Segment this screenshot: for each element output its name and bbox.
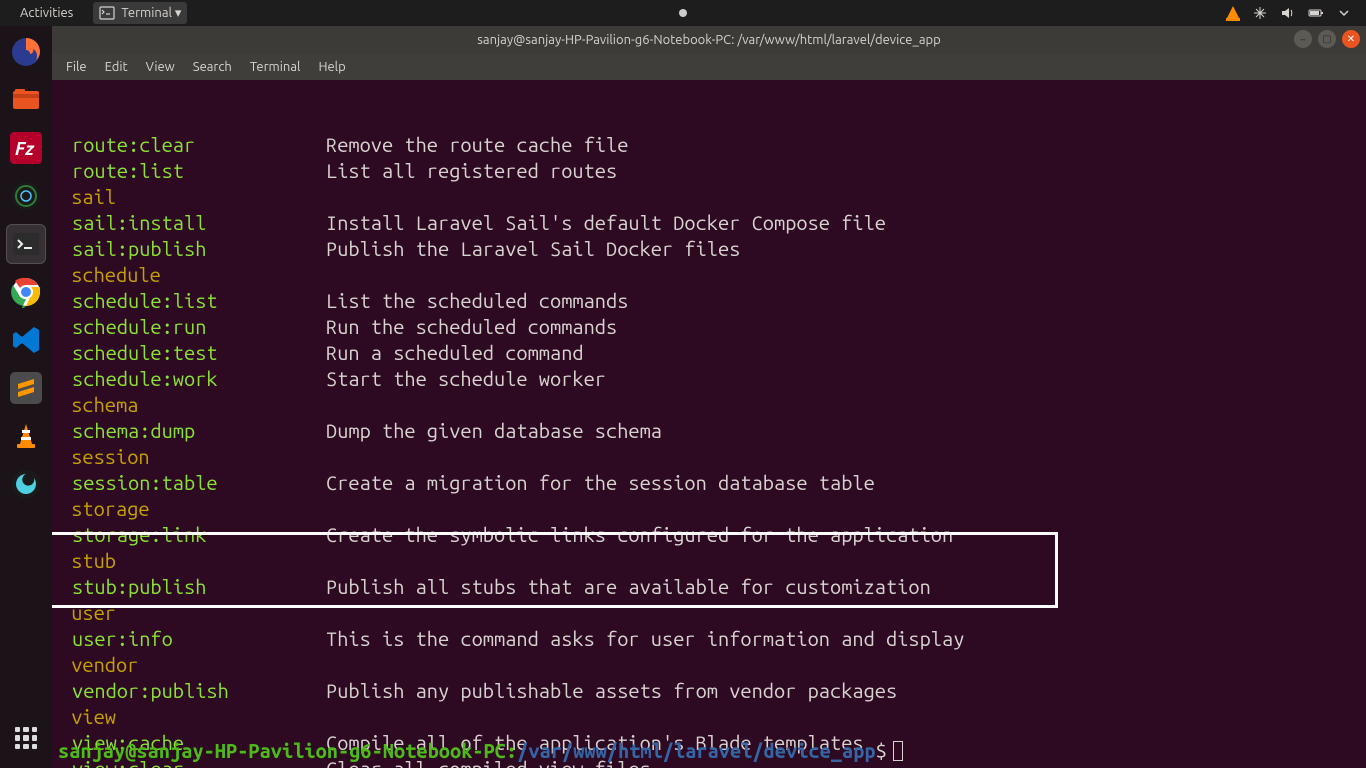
command-name: user:info (58, 626, 326, 652)
terminal-window: sanjay@sanjay-HP-Pavilion-g6-Notebook-PC… (52, 26, 1366, 768)
artisan-group: schema (58, 392, 1360, 418)
artisan-group: schedule (58, 262, 1360, 288)
window-close-button[interactable]: ✕ (1342, 30, 1360, 48)
dock-app-terminal[interactable] (6, 224, 46, 264)
artisan-command-line: schedule:testRun a scheduled command (58, 340, 1360, 366)
command-description: Create a migration for the session datab… (326, 470, 875, 496)
command-name: schema:dump (58, 418, 326, 444)
window-maximize-button[interactable]: ▢ (1318, 30, 1336, 48)
terminal-menubar: File Edit View Search Terminal Help (52, 54, 1366, 80)
artisan-group: view (58, 704, 1360, 730)
terminal-prompt: sanjay@sanjay-HP-Pavilion-g6-Notebook-PC… (58, 738, 903, 764)
command-name: schedule:test (58, 340, 326, 366)
command-description: Start the schedule worker (326, 366, 606, 392)
prompt-colon: : (506, 739, 517, 762)
artisan-command-line: schema:dumpDump the given database schem… (58, 418, 1360, 444)
artisan-command-line: sail:installInstall Laravel Sail's defau… (58, 210, 1360, 236)
command-description: List the scheduled commands (326, 288, 628, 314)
ubuntu-dock: Fz (0, 26, 52, 768)
group-name: sail (58, 184, 326, 210)
command-description: Run the scheduled commands (326, 314, 617, 340)
command-description: Install Laravel Sail's default Docker Co… (326, 210, 886, 236)
artisan-command-line: session:tableCreate a migration for the … (58, 470, 1360, 496)
command-name: schedule:work (58, 366, 326, 392)
command-name: route:clear (58, 132, 326, 158)
dock-app-vlc[interactable] (6, 416, 46, 456)
artisan-command-line: schedule:listList the scheduled commands (58, 288, 1360, 314)
command-description: Run a scheduled command (326, 340, 584, 366)
menu-help[interactable]: Help (310, 57, 353, 77)
artisan-command-line: vendor:publishPublish any publishable as… (58, 678, 1360, 704)
artisan-group: storage (58, 496, 1360, 522)
command-description: List all registered routes (326, 158, 617, 184)
artisan-command-line: route:listList all registered routes (58, 158, 1360, 184)
menu-terminal[interactable]: Terminal (242, 57, 309, 77)
command-name: vendor:publish (58, 678, 326, 704)
gnome-top-panel: Activities Terminal ▾ (0, 0, 1366, 26)
annotation-highlight-box (52, 532, 1058, 608)
artisan-group: sail (58, 184, 1360, 210)
command-name: schedule:list (58, 288, 326, 314)
terminal-cursor (893, 741, 903, 761)
dock-show-apps[interactable] (6, 718, 46, 758)
vlc-tray-icon[interactable] (1226, 6, 1240, 20)
artisan-command-line: schedule:workStart the schedule worker (58, 366, 1360, 392)
command-description: Dump the given database schema (326, 418, 662, 444)
prompt-sigil: $ (876, 739, 887, 762)
artisan-command-line: sail:publishPublish the Laravel Sail Doc… (58, 236, 1360, 262)
group-name: view (58, 704, 326, 730)
artisan-command-line: schedule:runRun the scheduled commands (58, 314, 1360, 340)
menu-search[interactable]: Search (185, 57, 240, 77)
svg-text:Fz: Fz (15, 139, 35, 159)
command-description: Remove the route cache file (326, 132, 628, 158)
window-title: sanjay@sanjay-HP-Pavilion-g6-Notebook-PC… (477, 33, 940, 47)
artisan-group: session (58, 444, 1360, 470)
dock-app-browser-dark[interactable] (6, 176, 46, 216)
dock-app-obs[interactable] (6, 464, 46, 504)
app-menu-label: Terminal ▾ (121, 6, 181, 21)
prompt-path: /var/www/html/laravel/device_app (517, 739, 875, 762)
group-name: vendor (58, 652, 326, 678)
menu-edit[interactable]: Edit (97, 57, 136, 77)
activities-button[interactable]: Activities (14, 3, 79, 23)
apps-grid-icon (15, 727, 37, 749)
battery-icon[interactable] (1308, 5, 1324, 21)
dock-app-vscode[interactable] (6, 320, 46, 360)
sound-icon[interactable] (1280, 5, 1296, 21)
group-name: schedule (58, 262, 326, 288)
prompt-user: sanjay@sanjay-HP-Pavilion-g6-Notebook-PC (58, 739, 506, 762)
artisan-command-line: route:clearRemove the route cache file (58, 132, 1360, 158)
command-name: schedule:run (58, 314, 326, 340)
command-name: sail:install (58, 210, 326, 236)
window-minimize-button[interactable]: – (1294, 30, 1312, 48)
app-menu-terminal[interactable]: Terminal ▾ (93, 2, 187, 24)
group-name: storage (58, 496, 326, 522)
dock-app-files[interactable] (6, 80, 46, 120)
panel-center (679, 9, 687, 17)
terminal-output[interactable]: route:clearRemove the route cache filero… (52, 80, 1366, 768)
group-name: session (58, 444, 326, 470)
dock-app-sublime[interactable] (6, 368, 46, 408)
network-icon[interactable] (1252, 5, 1268, 21)
command-description: Publish the Laravel Sail Docker files (326, 236, 740, 262)
system-menu-icon[interactable] (1336, 5, 1352, 21)
terminal-menu-icon (99, 5, 115, 21)
command-description: This is the command asks for user inform… (326, 626, 964, 652)
recording-indicator-icon (679, 9, 687, 17)
command-description: Publish any publishable assets from vend… (326, 678, 897, 704)
artisan-command-line: user:infoThis is the command asks for us… (58, 626, 1360, 652)
command-name: session:table (58, 470, 326, 496)
command-name: sail:publish (58, 236, 326, 262)
command-name: route:list (58, 158, 326, 184)
dock-app-filezilla[interactable]: Fz (6, 128, 46, 168)
dock-app-firefox[interactable] (6, 32, 46, 72)
dock-app-chrome[interactable] (6, 272, 46, 312)
artisan-group: vendor (58, 652, 1360, 678)
group-name: schema (58, 392, 326, 418)
menu-view[interactable]: View (138, 57, 183, 77)
menu-file[interactable]: File (58, 57, 95, 77)
window-titlebar[interactable]: sanjay@sanjay-HP-Pavilion-g6-Notebook-PC… (52, 26, 1366, 54)
